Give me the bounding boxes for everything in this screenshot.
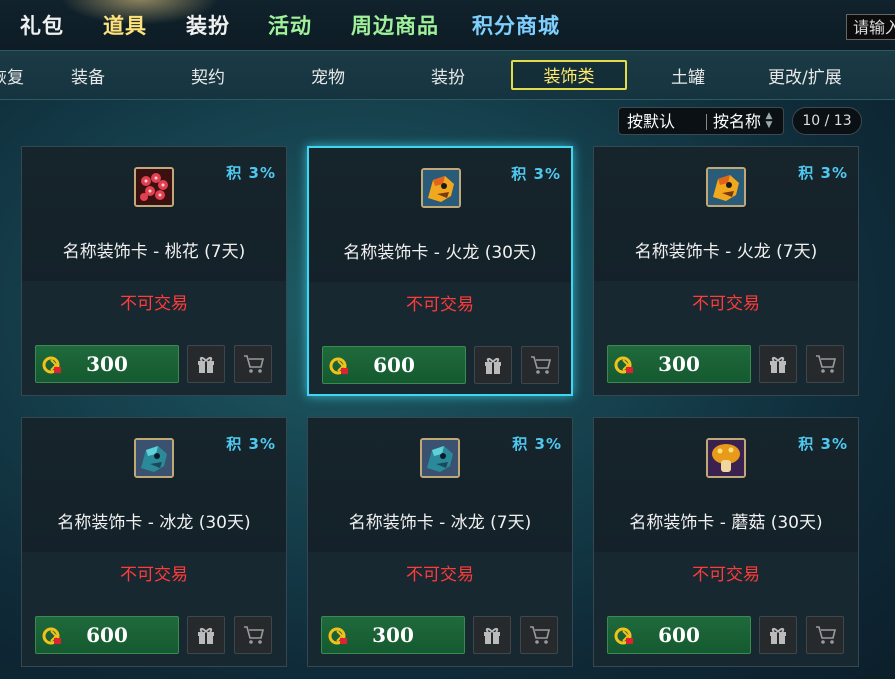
cart-icon bbox=[244, 626, 265, 644]
cart-icon bbox=[244, 355, 265, 373]
ice-dragon-icon bbox=[134, 438, 174, 478]
sub-nav: 恢复 装备 契约 宠物 装扮 装饰类 土罐 更改/扩展 bbox=[0, 51, 895, 100]
peach-blossom-icon bbox=[134, 167, 174, 207]
tab-costume[interactable]: 装扮 bbox=[186, 10, 230, 40]
buy-price-button[interactable]: 300 bbox=[35, 345, 179, 383]
page-indicator: 10 / 13 bbox=[792, 107, 862, 135]
gift-button[interactable] bbox=[474, 346, 512, 384]
price-value: 600 bbox=[658, 623, 700, 647]
sort-selector[interactable]: 按默认 按名称 ▲ ▼ bbox=[618, 107, 784, 135]
sub-tab-equipment[interactable]: 装备 bbox=[71, 63, 105, 88]
product-card[interactable]: 积 3% 名称装饰卡 - 火龙 (7天) 不可交易 300 bbox=[593, 146, 859, 396]
gift-button[interactable] bbox=[759, 345, 797, 383]
cart-button[interactable] bbox=[521, 346, 559, 384]
points-bonus: 积 3% bbox=[511, 165, 561, 183]
sub-tab-recovery[interactable]: 恢复 bbox=[0, 63, 24, 88]
cart-button[interactable] bbox=[806, 345, 844, 383]
mushroom-icon bbox=[706, 438, 746, 478]
sub-tab-jar[interactable]: 土罐 bbox=[671, 63, 705, 88]
product-card[interactable]: 积 3% 名称装饰卡 - 冰龙 (7天) 不可交易 300 bbox=[307, 417, 573, 667]
sub-tab-costume[interactable]: 装扮 bbox=[431, 63, 465, 88]
product-card[interactable]: 积 3% 名称装饰卡 - 火龙 (30天) 不可交易 600 bbox=[307, 146, 573, 396]
sort-default-label[interactable]: 按默认 bbox=[627, 108, 675, 136]
product-card[interactable]: 积 3% 名称装饰卡 - 蘑菇 (30天) 不可交易 600 bbox=[593, 417, 859, 667]
points-bonus: 积 3% bbox=[226, 435, 276, 453]
product-name: 名称装饰卡 - 火龙 (7天) bbox=[634, 242, 818, 262]
sort-name-label[interactable]: 按名称 bbox=[713, 108, 761, 136]
gift-button[interactable] bbox=[473, 616, 511, 654]
gift-icon bbox=[484, 628, 500, 644]
sort-arrows-icon[interactable]: ▲ ▼ bbox=[763, 112, 775, 132]
product-name: 名称装饰卡 - 桃花 (7天) bbox=[62, 242, 246, 262]
cart-icon bbox=[530, 626, 551, 644]
buy-price-button[interactable]: 600 bbox=[607, 616, 751, 654]
trade-status: 不可交易 bbox=[120, 565, 188, 585]
price-value: 300 bbox=[86, 352, 128, 376]
buy-price-button[interactable]: 600 bbox=[322, 346, 466, 384]
tab-points-mall[interactable]: 积分商城 bbox=[472, 10, 560, 40]
sub-tab-change-expand[interactable]: 更改/扩展 bbox=[768, 63, 842, 88]
trade-status: 不可交易 bbox=[406, 295, 474, 315]
sub-tab-decoration[interactable]: 装饰类 bbox=[511, 60, 627, 90]
price-value: 300 bbox=[658, 352, 700, 376]
gift-button[interactable] bbox=[759, 616, 797, 654]
tab-items[interactable]: 道具 bbox=[103, 10, 147, 40]
product-name: 名称装饰卡 - 冰龙 (7天) bbox=[348, 513, 532, 533]
points-bonus: 积 3% bbox=[226, 164, 276, 182]
sort-divider bbox=[706, 114, 707, 130]
product-name: 名称装饰卡 - 蘑菇 (30天) bbox=[629, 513, 823, 533]
trade-status: 不可交易 bbox=[120, 294, 188, 314]
product-name: 名称装饰卡 - 冰龙 (30天) bbox=[57, 513, 251, 533]
product-card[interactable]: 积 3% 名称装饰卡 - 冰龙 (30天) 不可交易 600 bbox=[21, 417, 287, 667]
gift-button[interactable] bbox=[187, 616, 225, 654]
price-value: 600 bbox=[373, 353, 415, 377]
buy-price-button[interactable]: 300 bbox=[607, 345, 751, 383]
buy-price-button[interactable]: 600 bbox=[35, 616, 179, 654]
gift-button[interactable] bbox=[187, 345, 225, 383]
price-value: 600 bbox=[86, 623, 128, 647]
cart-icon bbox=[816, 626, 837, 644]
tab-events[interactable]: 活动 bbox=[268, 10, 312, 40]
points-bonus: 积 3% bbox=[512, 435, 562, 453]
tab-merchandise[interactable]: 周边商品 bbox=[351, 10, 439, 40]
cart-icon bbox=[531, 356, 552, 374]
product-card[interactable]: 积 3% 名称装饰卡 - 桃花 (7天) 不可交易 300 bbox=[21, 146, 287, 396]
trade-status: 不可交易 bbox=[692, 565, 760, 585]
price-value: 300 bbox=[372, 623, 414, 647]
gift-icon bbox=[198, 357, 214, 373]
cart-button[interactable] bbox=[234, 616, 272, 654]
points-bonus: 积 3% bbox=[798, 164, 848, 182]
cart-button[interactable] bbox=[234, 345, 272, 383]
buy-price-button[interactable]: 300 bbox=[321, 616, 465, 654]
trade-status: 不可交易 bbox=[692, 294, 760, 314]
top-nav: 礼包 道具 装扮 活动 周边商品 积分商城 请输入 bbox=[0, 0, 895, 51]
cart-icon bbox=[816, 355, 837, 373]
sub-tab-pets[interactable]: 宠物 bbox=[311, 63, 345, 88]
gift-icon bbox=[770, 357, 786, 373]
product-name: 名称装饰卡 - 火龙 (30天) bbox=[343, 243, 537, 263]
points-bonus: 积 3% bbox=[798, 435, 848, 453]
ice-dragon-icon bbox=[420, 438, 460, 478]
gift-icon bbox=[198, 628, 214, 644]
gift-icon bbox=[770, 628, 786, 644]
fire-dragon-icon bbox=[706, 167, 746, 207]
search-input[interactable]: 请输入 bbox=[846, 14, 895, 40]
fire-dragon-icon bbox=[421, 168, 461, 208]
cart-button[interactable] bbox=[806, 616, 844, 654]
tab-gift-pack[interactable]: 礼包 bbox=[20, 10, 64, 40]
cart-button[interactable] bbox=[520, 616, 558, 654]
trade-status: 不可交易 bbox=[406, 565, 474, 585]
gift-icon bbox=[485, 358, 501, 374]
sub-tab-contract[interactable]: 契约 bbox=[191, 63, 225, 88]
